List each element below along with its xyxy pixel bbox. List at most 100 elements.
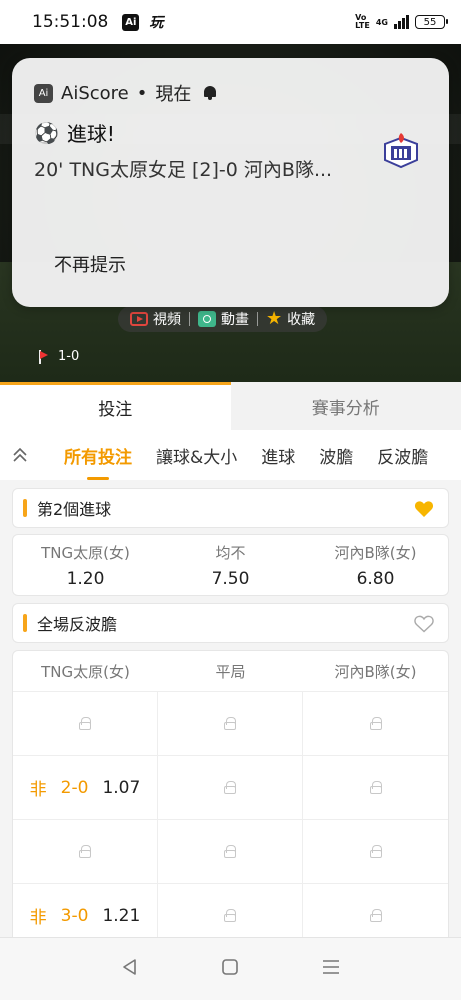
grid-body: 非 2-0 1.07 非 3-0 1.21	[13, 691, 448, 947]
odds-home[interactable]: TNG太原(女) 1.20	[13, 535, 158, 595]
bell-icon	[203, 85, 217, 101]
grid-cell-locked	[13, 691, 158, 755]
status-time: 15:51:08	[32, 12, 109, 32]
grid-cell-locked	[13, 819, 158, 883]
menu-icon	[322, 960, 339, 974]
odds-value: 1.21	[102, 905, 141, 926]
match-score: 1-0	[38, 349, 79, 364]
media-options: 視頻 動畫 ★ 收藏	[118, 306, 328, 332]
subtab-anti-correct-score[interactable]: 反波膽	[377, 443, 428, 468]
do-not-remind-button[interactable]: 不再提示	[54, 251, 126, 277]
market-header-anti-correct-score[interactable]: 全場反波膽	[12, 603, 449, 643]
animation-label: 動畫	[221, 312, 249, 328]
recents-button[interactable]	[321, 957, 341, 981]
market-title: 全場反波膽	[37, 615, 118, 634]
not-tag: 非	[29, 780, 47, 800]
odds-away[interactable]: 河內B隊(女) 6.80	[303, 535, 448, 595]
soccer-ball-icon: ⚽	[34, 120, 59, 145]
subtab-correct-score[interactable]: 波膽	[319, 443, 353, 468]
network-type: 4G	[375, 17, 388, 27]
odds-label: TNG太原(女)	[41, 543, 130, 562]
grid-cell-locked	[303, 819, 448, 883]
notification-app-name: AiScore	[61, 82, 129, 104]
grid-cell-locked	[303, 755, 448, 819]
notification-body: 20' TNG太原女足 [2]-0 河內B隊...	[34, 159, 333, 181]
lock-icon	[369, 909, 382, 922]
volte-icon: Vo LTE	[355, 13, 370, 30]
ai-app-icon: Ai	[122, 13, 140, 31]
goal-notification[interactable]: Ai AiScore • 現在 ⚽ 進球! 20' TNG太原女足 [2]-0 …	[12, 58, 449, 307]
odds-value: 1.20	[66, 568, 105, 589]
favorite-button[interactable]: ★ 收藏	[266, 309, 315, 329]
animation-button[interactable]: 動畫	[198, 309, 249, 329]
lock-icon	[79, 717, 91, 730]
section-marker	[23, 499, 27, 517]
aiscore-app-icon: Ai	[34, 83, 53, 103]
notification-time: 現在	[155, 84, 192, 105]
market-header-next-goal[interactable]: 第2個進球	[12, 488, 449, 528]
odds-value: 6.80	[356, 568, 395, 589]
lock-icon	[224, 909, 236, 922]
grid-cell-locked	[158, 819, 303, 883]
subtab-goals[interactable]: 進球	[261, 443, 295, 468]
game-app-icon: 玩	[149, 15, 164, 31]
score-line: 3-0	[60, 905, 89, 926]
lock-icon	[79, 845, 91, 858]
anti-correct-score-grid: TNG太原(女) 平局 河內B隊(女) 非 2-0 1.07 非 3-0 1.2…	[12, 650, 449, 950]
video-label: 視頻	[153, 312, 181, 328]
heart-filled-icon[interactable]	[414, 500, 434, 518]
odds-label: 均不	[215, 543, 246, 562]
market-title: 第2個進球	[37, 500, 112, 519]
grid-cell-locked	[303, 691, 448, 755]
notification-title-text: 進球!	[66, 122, 115, 146]
odds-value: 1.07	[102, 777, 141, 798]
score-line: 2-0	[60, 777, 89, 798]
not-tag: 非	[29, 908, 47, 928]
corner-flag-icon	[38, 349, 50, 364]
lock-icon	[369, 717, 382, 730]
notification-header: Ai AiScore • 現在	[34, 80, 217, 106]
odds-label: 河內B隊(女)	[334, 543, 417, 562]
subtab-handicap-over-under[interactable]: 讓球&大小	[156, 443, 237, 468]
section-marker	[23, 614, 27, 632]
main-tabs: 投注 賽事分析	[0, 382, 461, 430]
status-bar: 15:51:08 Ai 玩 Vo LTE 4G 55	[0, 0, 461, 44]
lock-icon	[369, 781, 382, 794]
lock-icon	[224, 845, 236, 858]
grid-cell-locked	[158, 755, 303, 819]
status-indicators: Vo LTE 4G 55	[355, 13, 448, 30]
star-icon: ★	[266, 308, 283, 329]
sub-tabs: 所有投注 讓球&大小 進球 波膽 反波膽	[0, 430, 461, 480]
system-nav-bar	[0, 937, 461, 1000]
signal-icon	[394, 15, 409, 29]
header-home: TNG太原(女)	[41, 662, 130, 681]
favorite-label: 收藏	[287, 312, 316, 328]
collapse-icon[interactable]	[0, 447, 40, 463]
divider	[189, 312, 190, 326]
lock-icon	[224, 781, 236, 794]
divider	[257, 312, 258, 326]
lock-icon	[369, 845, 382, 858]
home-icon	[222, 959, 239, 975]
video-icon	[130, 312, 148, 326]
notification-separator: •	[136, 82, 148, 104]
back-icon	[123, 959, 136, 975]
next-goal-odds: TNG太原(女) 1.20 均不 7.50 河內B隊(女) 6.80	[12, 534, 449, 596]
grid-cell-locked	[158, 691, 303, 755]
lock-icon	[224, 717, 236, 730]
odds-draw[interactable]: 均不 7.50	[158, 535, 303, 595]
heart-outline-icon[interactable]	[414, 615, 434, 633]
tab-match-analysis[interactable]: 賽事分析	[230, 382, 461, 430]
team-logo-icon	[384, 133, 418, 169]
header-draw: 平局	[215, 662, 246, 681]
video-button[interactable]: 視頻	[130, 309, 181, 329]
grid-cell-odds[interactable]: 非 2-0 1.07	[13, 755, 158, 819]
tab-betting[interactable]: 投注	[0, 382, 231, 430]
score-text: 1-0	[58, 349, 80, 364]
odds-value: 7.50	[211, 568, 250, 589]
notification-title: ⚽ 進球!	[34, 118, 115, 147]
grid-header: TNG太原(女) 平局 河內B隊(女)	[13, 651, 448, 691]
back-button[interactable]	[120, 957, 140, 981]
subtab-all-bets[interactable]: 所有投注	[64, 443, 132, 468]
home-button[interactable]	[220, 957, 240, 981]
